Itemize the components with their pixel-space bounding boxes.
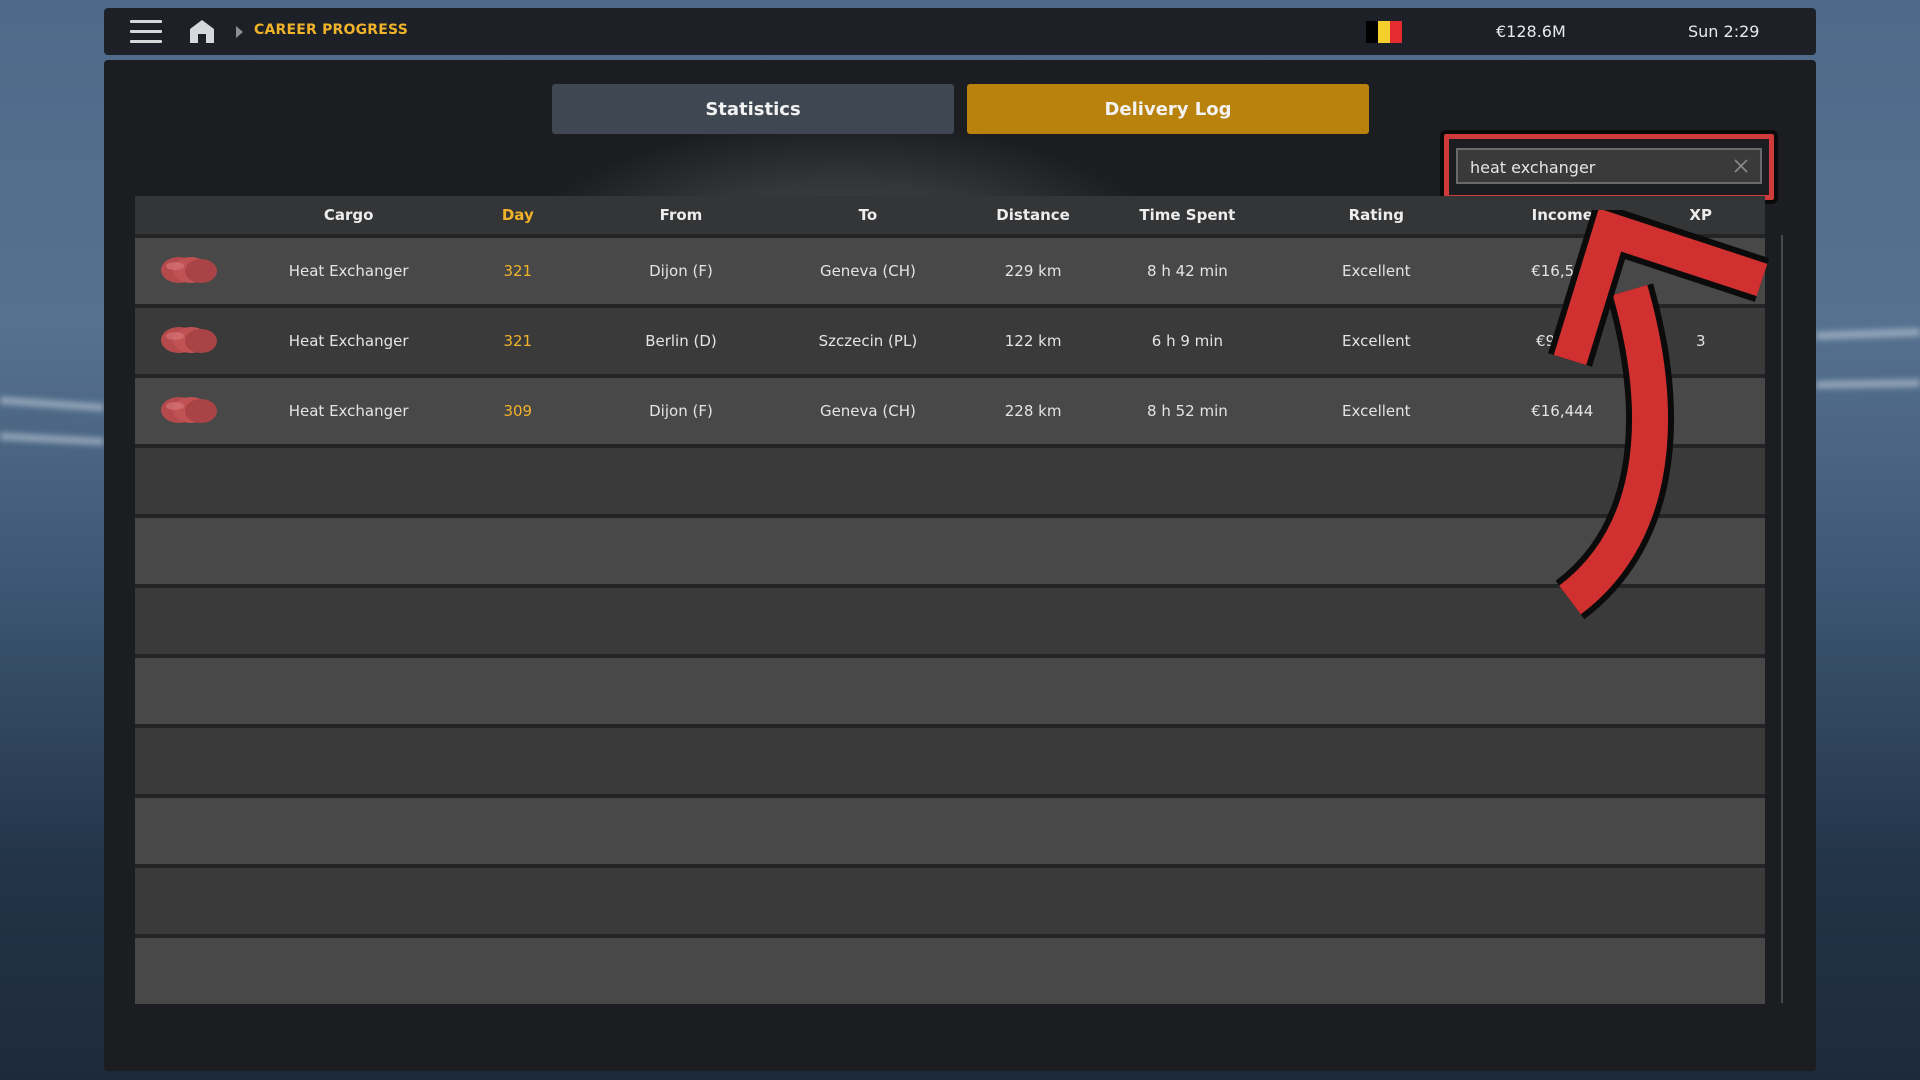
empty-table-row	[135, 934, 1765, 1004]
chevron-right-icon	[236, 26, 243, 38]
flag-stripe-yellow	[1378, 21, 1390, 43]
to-cell: Geneva (CH)	[819, 262, 916, 280]
delivery-log-table: Cargo Day From To Distance Time Spent Ra…	[135, 196, 1765, 1004]
rating-cell: Excellent	[1342, 262, 1411, 280]
rating-cell: Excellent	[1342, 402, 1411, 420]
hamburger-menu-icon[interactable]	[130, 20, 162, 44]
search-input[interactable]	[1458, 150, 1732, 184]
breadcrumb-current[interactable]: CAREER PROGRESS	[254, 22, 408, 38]
to-cell: Szczecin (PL)	[818, 332, 918, 350]
cargo-cell: Heat Exchanger	[288, 262, 409, 280]
table-row[interactable]: Heat Exchanger 321 Dijon (F) Geneva (CH)…	[135, 234, 1765, 304]
sky-streak	[1815, 328, 1920, 340]
income-cell: €16,568	[1531, 262, 1594, 280]
empty-table-row	[135, 724, 1765, 794]
rating-cell: Excellent	[1342, 332, 1411, 350]
from-cell: Dijon (F)	[649, 402, 713, 420]
career-progress-panel: Statistics Delivery Log Cargo Day From T…	[104, 60, 1816, 1071]
column-header-day[interactable]: Day	[453, 206, 582, 224]
to-cell: Geneva (CH)	[819, 402, 916, 420]
time-spent-cell: 8 h 42 min	[1147, 262, 1228, 280]
flag-stripe-black	[1366, 21, 1378, 43]
sky-streak	[1815, 379, 1920, 389]
empty-table-row	[135, 584, 1765, 654]
top-bar: CAREER PROGRESS €128.6M Sun 2:29	[104, 8, 1816, 55]
table-row[interactable]: Heat Exchanger 309 Dijon (F) Geneva (CH)…	[135, 374, 1765, 444]
column-header-income[interactable]: Income	[1488, 206, 1636, 224]
column-header-from[interactable]: From	[582, 206, 780, 224]
column-header-to[interactable]: To	[780, 206, 956, 224]
empty-table-row	[135, 654, 1765, 724]
empty-table-row	[135, 794, 1765, 864]
distance-cell: 122 km	[1004, 332, 1062, 350]
empty-table-row	[135, 444, 1765, 514]
distance-cell: 228 km	[1004, 402, 1062, 420]
empty-table-row	[135, 514, 1765, 584]
from-cell: Berlin (D)	[645, 332, 717, 350]
column-header-xp[interactable]: XP	[1636, 206, 1765, 224]
column-header-distance[interactable]: Distance	[956, 206, 1110, 224]
time-spent-cell: 8 h 52 min	[1147, 402, 1228, 420]
heat-exchanger-cargo-icon	[135, 393, 244, 429]
tab-statistics[interactable]: Statistics	[552, 84, 954, 134]
empty-table-row	[135, 864, 1765, 934]
income-cell: €16,444	[1531, 402, 1594, 420]
distance-cell: 229 km	[1004, 262, 1062, 280]
home-icon[interactable]	[188, 18, 216, 44]
close-icon[interactable]	[1732, 157, 1750, 175]
table-row[interactable]: Heat Exchanger 321 Berlin (D) Szczecin (…	[135, 304, 1765, 374]
sky-streak	[0, 432, 105, 446]
column-header-cargo[interactable]: Cargo	[244, 206, 454, 224]
heat-exchanger-cargo-icon	[135, 323, 244, 359]
column-header-rating[interactable]: Rating	[1265, 206, 1489, 224]
balance: €128.6M	[1496, 22, 1566, 41]
flag-stripe-red	[1390, 21, 1402, 43]
game-clock: Sun 2:29	[1688, 22, 1760, 41]
sky-streak	[0, 396, 105, 412]
time-spent-cell: 6 h 9 min	[1151, 332, 1223, 350]
day-cell: 309	[503, 402, 533, 420]
xp-cell: 3	[1695, 332, 1706, 350]
from-cell: Dijon (F)	[649, 262, 713, 280]
column-header-time-spent[interactable]: Time Spent	[1110, 206, 1264, 224]
cargo-cell: Heat Exchanger	[288, 402, 409, 420]
search-field[interactable]	[1456, 148, 1762, 184]
table-header: Cargo Day From To Distance Time Spent Ra…	[135, 196, 1765, 234]
heat-exchanger-cargo-icon	[135, 253, 244, 289]
day-cell: 321	[503, 262, 533, 280]
day-cell: 321	[503, 332, 533, 350]
tab-delivery-log[interactable]: Delivery Log	[967, 84, 1369, 134]
table-scrollbar[interactable]	[1781, 235, 1783, 1003]
country-flag	[1366, 21, 1402, 43]
cargo-cell: Heat Exchanger	[288, 332, 409, 350]
income-cell: €9,179	[1535, 332, 1589, 350]
